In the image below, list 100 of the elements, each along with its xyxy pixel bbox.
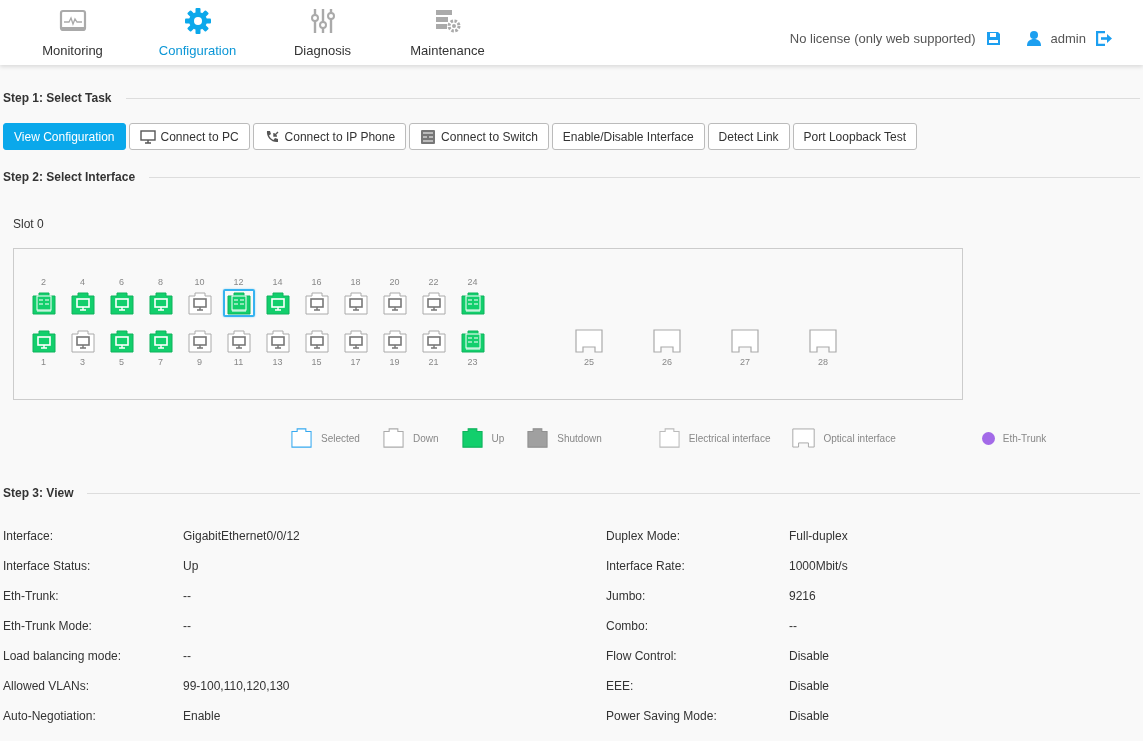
username: admin — [1050, 29, 1086, 48]
port-number: 28 — [818, 356, 828, 369]
pc-port-icon — [343, 291, 368, 315]
shutdown-legend-icon — [526, 428, 550, 448]
port-number: 8 — [158, 276, 163, 289]
switch-icon — [420, 128, 437, 145]
nav-tab[interactable]: Maintenance — [385, 6, 510, 60]
field-label: Duplex Mode: — [606, 528, 682, 545]
nav-tab[interactable]: Diagnosis — [260, 6, 385, 60]
field-value: 9216 — [789, 588, 817, 605]
field-value: Up — [183, 558, 200, 575]
task-button[interactable]: Detect Link — [707, 123, 790, 150]
logout-icon[interactable] — [1096, 30, 1113, 46]
pc-port-icon — [148, 329, 173, 353]
field-value: GigabitEthernet0/0/12 — [183, 528, 301, 545]
port-number: 20 — [389, 276, 400, 289]
legend-label: Eth-Trunk — [1002, 431, 1047, 446]
save-icon[interactable] — [985, 30, 1001, 46]
field-value: Disable — [789, 648, 831, 665]
nav-tab[interactable]: Monitoring — [10, 6, 135, 60]
up-legend-icon — [460, 428, 484, 448]
port-number: 16 — [311, 276, 322, 289]
field-value: Full-duplex — [789, 528, 849, 545]
down-legend-icon — [381, 428, 405, 448]
port-number: 15 — [311, 356, 322, 369]
pc-port-icon — [109, 329, 134, 353]
switch-port-icon — [460, 329, 485, 353]
field-value: 99-100,110,120,130 — [183, 678, 291, 695]
port-number: 13 — [272, 356, 283, 369]
port-number: 6 — [119, 276, 124, 289]
step-title: Step 2: Select Interface — [3, 169, 136, 186]
field-label: Auto-Negotiation: — [2, 708, 97, 725]
field-value: -- — [183, 618, 192, 635]
port-number: 22 — [428, 276, 439, 289]
pc-port-icon — [187, 329, 212, 353]
optical-legend-icon — [792, 428, 816, 448]
optical-port[interactable] — [807, 327, 839, 355]
port-number: 12 — [233, 276, 244, 289]
field-value: Disable — [789, 678, 831, 695]
pc-port-icon — [382, 291, 407, 315]
optical-port[interactable] — [573, 327, 605, 355]
task-button[interactable]: Connect to Switch — [409, 123, 549, 150]
settings-icon — [183, 6, 212, 35]
field-value: -- — [183, 648, 192, 665]
field-value: Enable — [183, 708, 222, 725]
port-number: 10 — [194, 276, 205, 289]
field-label: Combo: — [606, 618, 650, 635]
pc-port-icon — [304, 329, 329, 353]
switch-port-icon — [226, 291, 251, 315]
port-number: 5 — [119, 356, 124, 369]
legend-label: Shutdown — [557, 431, 602, 446]
task-button[interactable]: Port Loopback Test — [792, 123, 918, 150]
port-number: 25 — [584, 356, 594, 369]
pc-port-icon — [226, 329, 251, 353]
legend-label: Optical interface — [823, 431, 896, 446]
field-label: Interface: — [2, 528, 55, 545]
field-label: Interface Status: — [2, 558, 92, 575]
optical-port-icon — [731, 329, 759, 353]
pc-port-icon — [31, 329, 56, 353]
task-button[interactable]: Enable/Disable Interface — [551, 123, 705, 150]
license-text: No license (only web supported) — [789, 29, 976, 48]
port-number: 11 — [233, 356, 244, 369]
field-value: Disable — [789, 708, 831, 725]
field-label: Interface Rate: — [606, 558, 686, 575]
field-label: EEE: — [606, 678, 635, 695]
optical-port[interactable] — [651, 327, 683, 355]
pc-port-icon — [382, 329, 407, 353]
port-number: 14 — [272, 276, 283, 289]
task-button[interactable]: Connect to PC — [128, 123, 250, 150]
port-number: 17 — [350, 356, 361, 369]
monitor-icon — [139, 128, 156, 145]
pc-port-icon — [421, 291, 446, 315]
port-number: 21 — [428, 356, 439, 369]
field-value: -- — [789, 618, 798, 635]
port-number: 1 — [41, 356, 46, 369]
field-label: Flow Control: — [606, 648, 678, 665]
port-number: 18 — [350, 276, 361, 289]
user-icon — [1026, 30, 1041, 46]
field-label: Eth-Trunk: — [2, 588, 60, 605]
field-label: Allowed VLANs: — [2, 678, 91, 695]
optical-port-icon — [809, 329, 837, 353]
port-number: 19 — [389, 356, 400, 369]
legend-label: Selected — [321, 431, 360, 446]
field-label: Load balancing mode: — [2, 648, 123, 665]
pc-port-icon — [343, 329, 368, 353]
port-number: 2 — [41, 276, 46, 289]
pc-port-icon — [148, 291, 173, 315]
port-number: 23 — [467, 356, 478, 369]
task-button[interactable]: Connect to IP Phone — [252, 123, 407, 150]
optical-port[interactable] — [729, 327, 761, 355]
pc-port-icon — [421, 329, 446, 353]
legend-label: Down — [412, 431, 439, 446]
slot-label: Slot 0 — [12, 216, 45, 233]
port-number: 3 — [80, 356, 85, 369]
port[interactable] — [222, 289, 255, 317]
field-value: -- — [183, 588, 192, 605]
switch-port-icon — [31, 291, 56, 315]
port-number: 26 — [662, 356, 672, 369]
sliders-icon — [308, 6, 337, 35]
optical-port-icon — [575, 329, 603, 353]
